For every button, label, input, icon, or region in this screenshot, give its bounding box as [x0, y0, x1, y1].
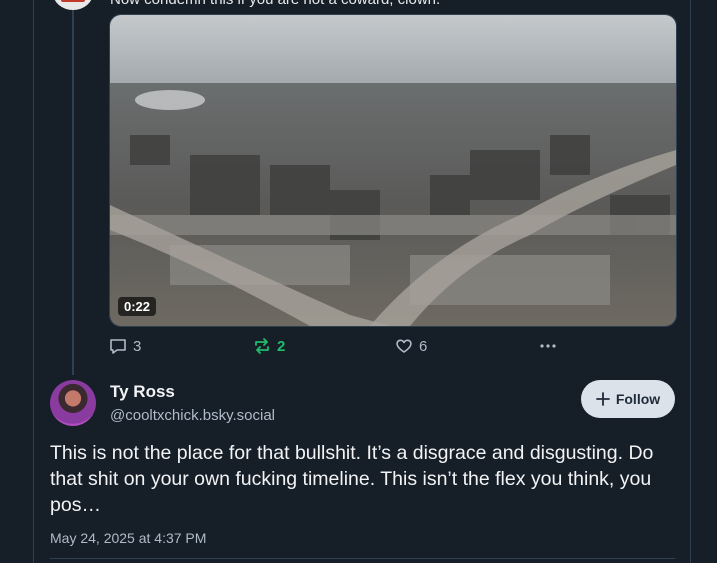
like-count: 6 [419, 337, 428, 355]
video-thumbnail [110, 15, 676, 326]
previous-post-actions: 3 2 6 [108, 336, 558, 358]
more-dots-icon [540, 344, 556, 348]
avatar-mouth-detail [61, 0, 85, 2]
author-handle[interactable]: @cooltxchick.bsky.social [110, 407, 275, 424]
reply-count: 3 [133, 337, 142, 355]
plus-icon [595, 392, 610, 406]
reply-icon [110, 339, 126, 354]
feed-left-border [33, 0, 34, 563]
previous-post-text: Now condemn this if you are not a coward… [110, 0, 440, 8]
repost-icon [255, 338, 269, 354]
follow-label: Follow [615, 391, 661, 407]
repost-button[interactable]: 2 [252, 336, 285, 356]
post-body-text: This is not the place for that bullshit.… [50, 442, 654, 516]
more-options-button[interactable] [538, 336, 558, 356]
video-duration-badge: 0:22 [118, 297, 157, 316]
previous-post-avatar[interactable] [53, 0, 93, 10]
reply-button[interactable]: 3 [108, 336, 141, 356]
thread-connector-line [72, 8, 74, 375]
author-display-name[interactable]: Ty Ross [110, 382, 175, 402]
author-avatar[interactable] [50, 380, 96, 426]
post-divider [50, 558, 675, 559]
heart-icon [396, 339, 412, 353]
follow-button[interactable]: Follow [581, 380, 675, 418]
repost-count: 2 [277, 337, 286, 355]
post-timestamp[interactable]: May 24, 2025 at 4:37 PM [50, 530, 206, 546]
video-player[interactable]: 0:22 [109, 14, 677, 327]
feed-right-border [690, 0, 691, 563]
like-button[interactable]: 6 [394, 336, 427, 356]
